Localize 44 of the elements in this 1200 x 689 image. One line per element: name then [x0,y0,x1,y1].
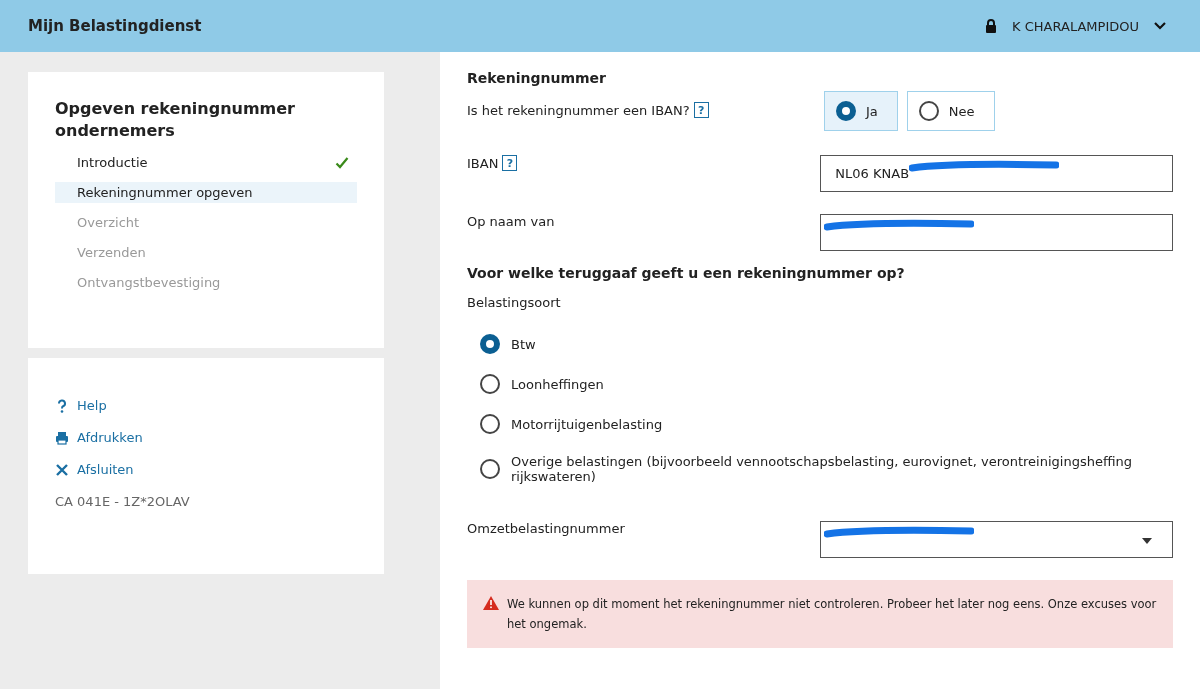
radio-option[interactable]: Loonheffingen [480,374,1173,394]
option-label: Btw [511,336,536,352]
section-title: Rekeningnummer [467,70,607,86]
input-field[interactable]: NL06 KNAB [820,155,1173,192]
checkmark-icon [335,155,349,170]
help-button[interactable]: ? [502,155,518,171]
field-label: IBAN [467,155,499,171]
lock-icon [984,19,999,33]
step-item[interactable]: Introductie [55,152,357,173]
radio-option[interactable]: Nee [906,91,995,131]
option-label: Motorrijtuigenbelasting [511,416,663,432]
warning-icon [483,596,499,610]
field-label: Is het rekeningnummer een IBAN? [467,102,690,118]
printer-icon [55,430,69,445]
radio-icon[interactable] [480,334,500,354]
sidebar-link[interactable]: Help [55,398,357,413]
error-message: We kunnen op dit moment het rekeningnummer niet controleren. Probeer het later nog eens. Onze excuses voor het ongemak. [507,596,1157,633]
question-icon [55,398,69,413]
field-label: Belastingsoort [467,295,562,310]
radio-icon[interactable] [480,374,500,394]
close-icon [55,462,69,477]
step-item: Overzicht [76,214,141,232]
input-field[interactable] [820,214,1173,251]
step-item: Ontvangstbevestiging [76,274,222,292]
radio-icon[interactable] [480,414,500,434]
radio-option[interactable]: Motorrijtuigenbelasting [480,414,1173,434]
sidebar-link[interactable]: Afsluiten [55,462,357,477]
user-name: K CHARALAMPIDOU [1012,18,1139,34]
sidebar-link[interactable]: Afdrukken [55,430,357,445]
site-title: Mijn Belastingdienst [28,17,202,35]
caret-icon [1142,538,1152,544]
field-label: Omzetbelastingnummer [467,521,625,536]
radio-icon[interactable] [480,459,500,479]
step-item: Verzenden [76,244,147,262]
step-item[interactable]: Rekeningnummer opgeven [55,182,357,203]
question-heading: Voor welke teruggaaf geeft u een rekeningnummer op? [467,265,906,281]
radio-option[interactable]: Btw [480,334,1173,354]
sidebar-title: Opgeven rekeningnummer ondernemers [55,98,296,142]
session-code: CA 041E - 1Z*2OLAV [55,494,191,509]
help-button[interactable]: ? [693,102,709,118]
option-label: Loonheffingen [511,376,604,392]
field-label: Op naam van [467,214,555,229]
radio-option[interactable]: Ja [824,91,898,131]
dropdown-field[interactable] [820,521,1173,558]
